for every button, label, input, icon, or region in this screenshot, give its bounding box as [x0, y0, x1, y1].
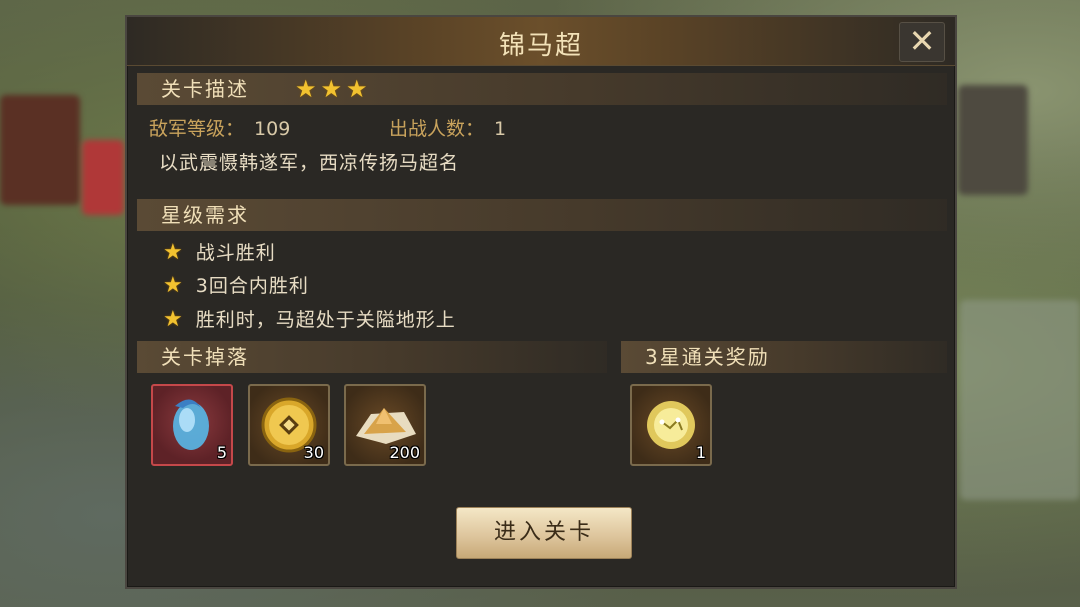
star-icon: ★ [320, 75, 345, 103]
star-icon: ★ [295, 75, 319, 103]
background-house [958, 85, 1028, 195]
requirement-row: ★ 胜利时，马超处于关隘地形上 [163, 305, 456, 335]
requirement-text: 战斗胜利 [195, 242, 276, 264]
difficulty-stars: ★★★ [295, 73, 372, 106]
close-x-icon: ✕ [908, 22, 936, 60]
requirement-row: ★ 战斗胜利 [163, 238, 276, 268]
item-quantity: 200 [389, 443, 420, 462]
enemy-level-label: 敌军等级： [149, 118, 245, 140]
enemy-level-value: 109 [254, 118, 291, 140]
requirement-row: ★ 3回合内胜利 [163, 271, 309, 301]
drop-item[interactable]: 30 [248, 384, 330, 466]
background-building [0, 95, 80, 205]
background-banner [82, 140, 124, 215]
star-icon: ★ [163, 240, 184, 265]
stage-desc-header: 关卡描述 ★★★ [137, 73, 947, 105]
troop-count: 出战人数： 1 [389, 114, 506, 141]
troop-count-value: 1 [494, 118, 507, 140]
item-quantity: 30 [303, 443, 324, 462]
stage-dialog: 锦马超 ✕ 关卡描述 ★★★ 敌军等级： 109 出战人数： 1 以武震慑韩遂军，西… [125, 15, 957, 589]
item-quantity: 5 [216, 443, 227, 462]
star-req-header: 星级需求 [137, 199, 947, 231]
star-icon: ★ [163, 273, 184, 298]
reward-header: 3星通关奖励 [621, 341, 947, 373]
close-button[interactable]: ✕ [899, 22, 945, 62]
item-quantity: 1 [695, 443, 706, 462]
star-icon: ★ [163, 307, 184, 332]
drop-item[interactable]: 200 [344, 384, 426, 466]
dialog-titlebar: 锦马超 ✕ [127, 17, 955, 66]
dialog-title: 锦马超 [498, 31, 583, 61]
requirement-text: 3回合内胜利 [195, 275, 309, 297]
background-rocks [960, 300, 1080, 500]
drops-header-label: 关卡掉落 [161, 345, 249, 369]
troop-count-label: 出战人数： [389, 118, 485, 140]
enter-stage-button[interactable]: 进入关卡 [456, 507, 632, 559]
drops-header: 关卡掉落 [137, 341, 607, 373]
enemy-level: 敌军等级： 109 [149, 114, 290, 141]
requirement-text: 胜利时，马超处于关隘地形上 [195, 309, 456, 331]
drop-item[interactable]: 5 [151, 384, 233, 466]
reward-header-label: 3星通关奖励 [645, 345, 770, 369]
reward-item[interactable]: 1 [630, 384, 712, 466]
stage-description: 以武震慑韩遂军，西凉传扬马超名 [159, 152, 460, 174]
stage-desc-header-label: 关卡描述 [161, 77, 249, 101]
star-icon: ★ [346, 75, 370, 103]
star-req-header-label: 星级需求 [161, 203, 249, 227]
